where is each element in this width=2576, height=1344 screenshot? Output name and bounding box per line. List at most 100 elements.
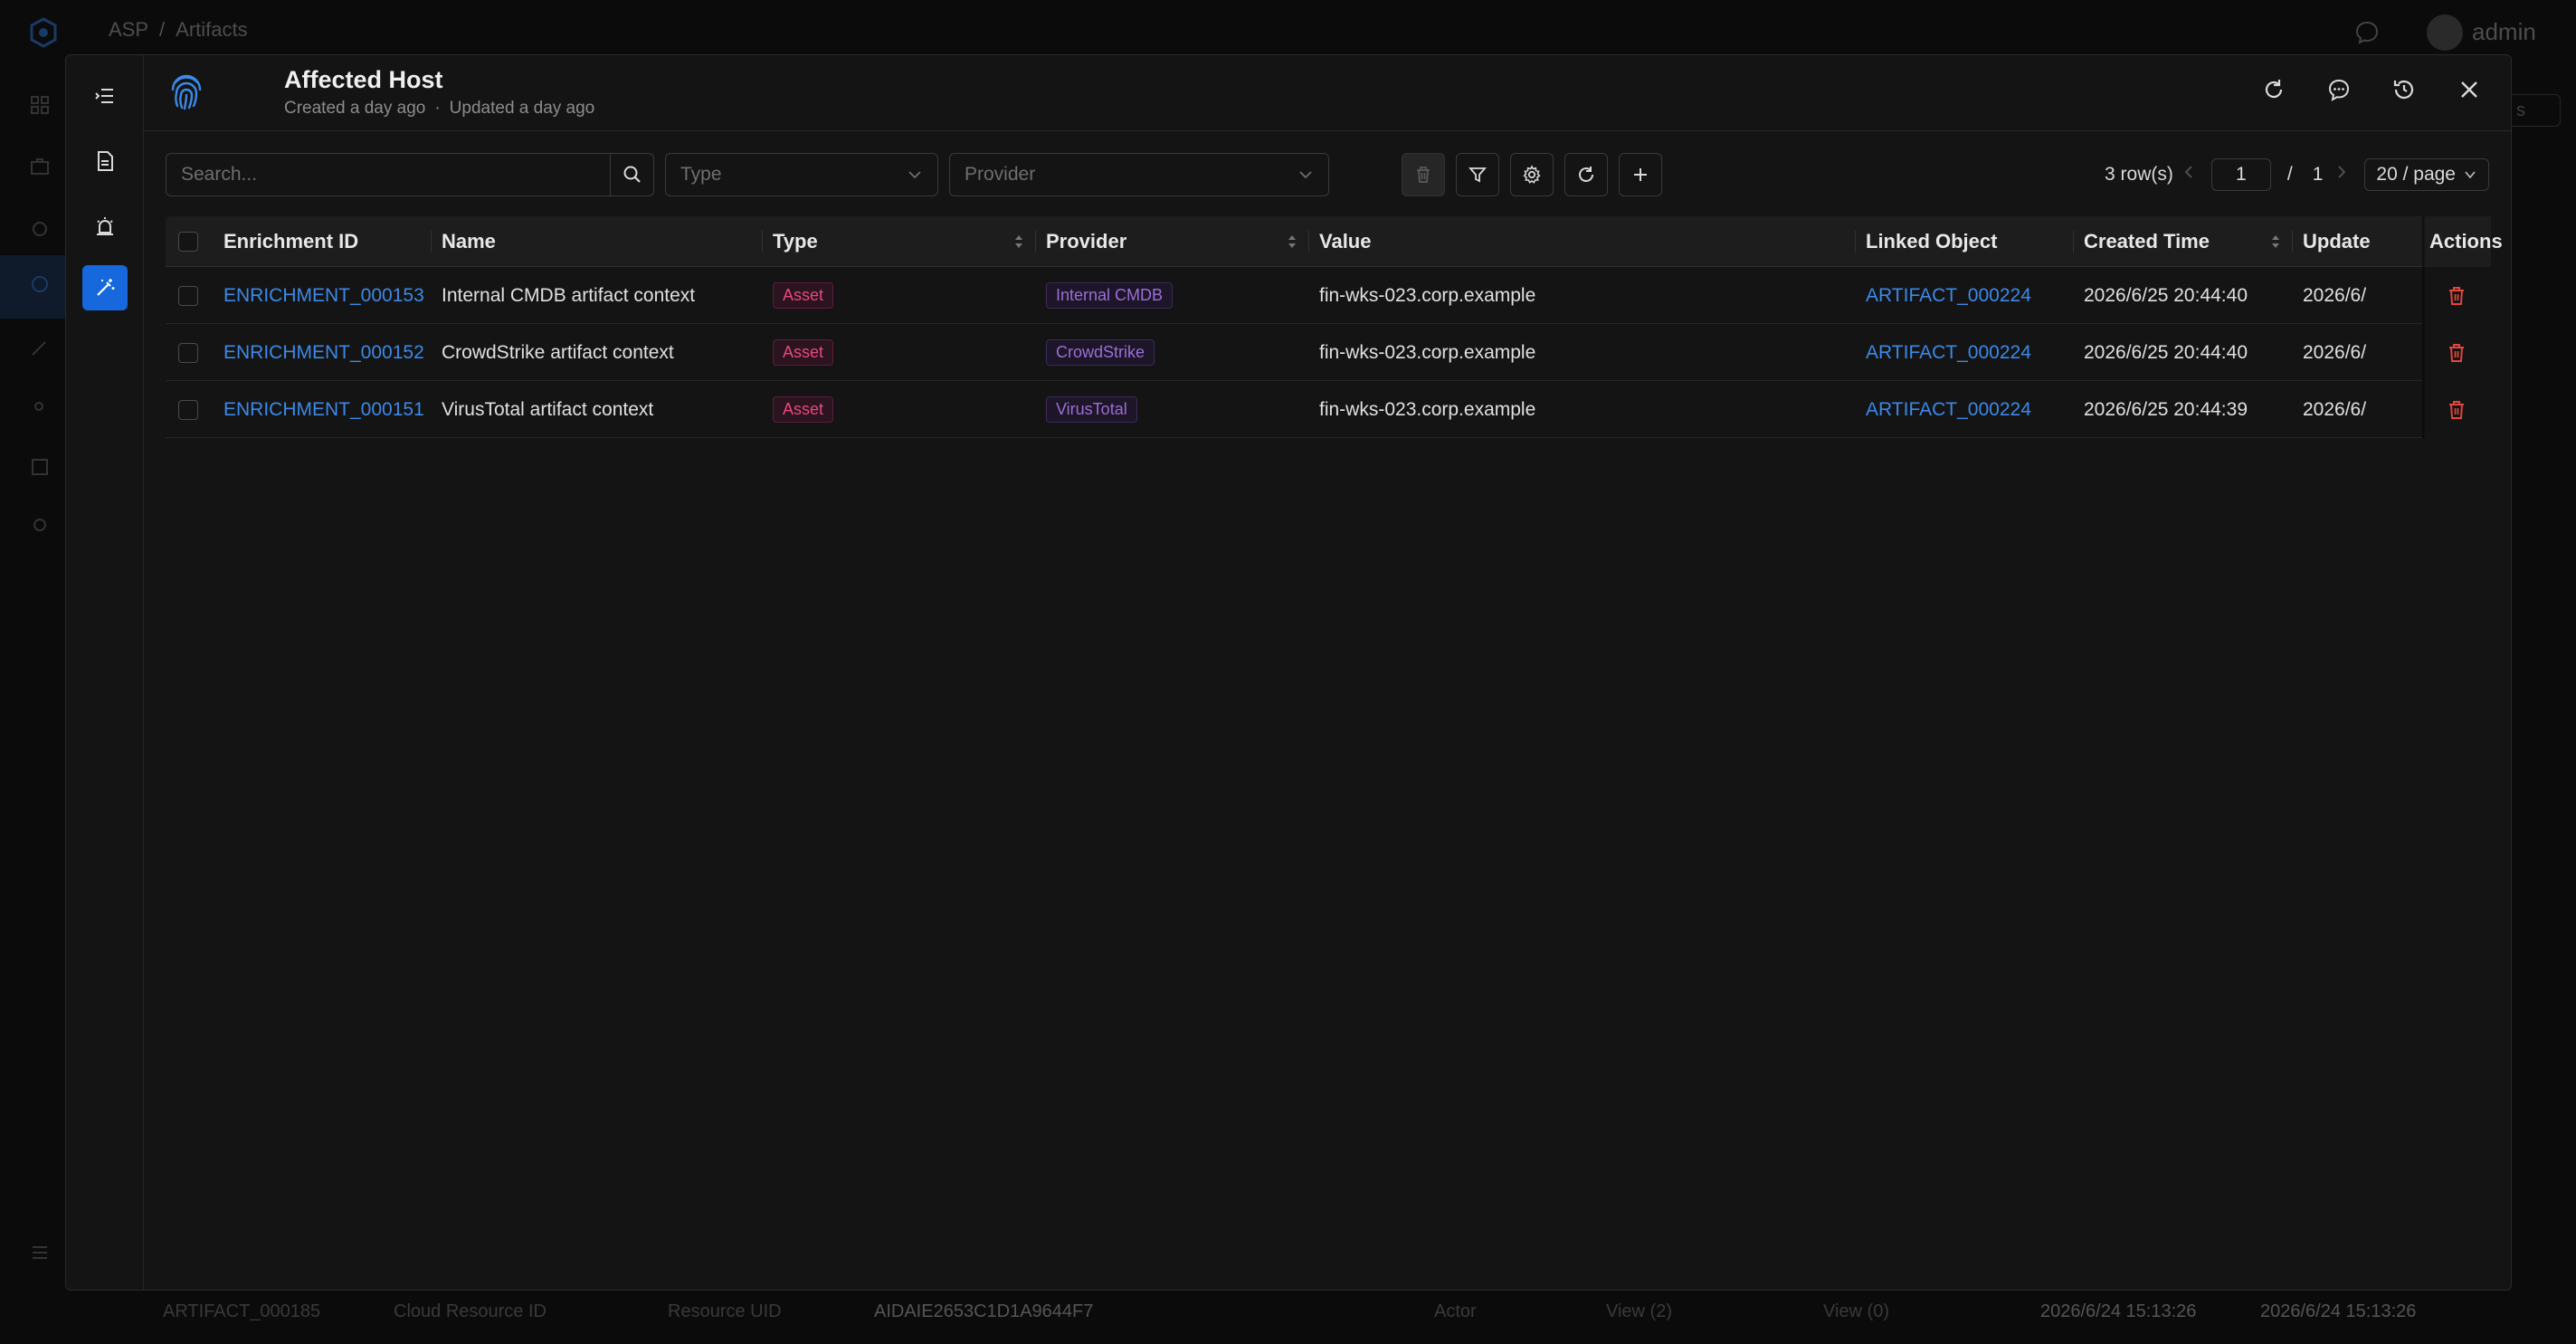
bg-cell: View (2) (1606, 1301, 1672, 1321)
background-select[interactable]: s (2506, 94, 2561, 127)
subtitle-separator: · (434, 99, 441, 118)
rail-details-button[interactable] (82, 138, 128, 184)
page-separator: / (2286, 164, 2293, 185)
actions-cell (2422, 381, 2491, 438)
provider-filter-placeholder: Provider (965, 164, 1036, 185)
add-enrichment-button[interactable] (1619, 153, 1662, 196)
prev-page-button[interactable] (2182, 164, 2195, 186)
select-all-cell (166, 216, 213, 267)
type-filter-select[interactable]: Type (665, 153, 938, 196)
current-page-input[interactable]: 1 (2210, 158, 2271, 191)
col-value[interactable]: Value (1308, 216, 1855, 267)
breadcrumb-root[interactable]: ASP (109, 18, 148, 41)
enrichment-id-link[interactable]: ENRICHMENT_000152 (213, 324, 431, 381)
enrichments-table: Enrichment ID Name Type Provider Value L… (166, 216, 2503, 438)
fingerprint-icon[interactable] (29, 273, 51, 295)
col-name[interactable]: Name (431, 216, 762, 267)
enrichment-id-link[interactable]: ENRICHMENT_000151 (213, 381, 431, 438)
breadcrumb: ASP / Artifacts (109, 18, 259, 42)
alert-icon[interactable] (29, 217, 51, 239)
chevron-left-icon (2184, 166, 2192, 178)
created-time: 2026/6/25 20:44:39 (2084, 398, 2248, 420)
provider-filter-select[interactable]: Provider (949, 153, 1329, 196)
col-created-time[interactable]: Created Time (2073, 216, 2292, 267)
alarm-icon (97, 217, 113, 235)
delete-icon[interactable] (2447, 285, 2467, 307)
chat-icon[interactable] (2353, 18, 2381, 47)
sort-icon (1015, 235, 1022, 248)
modal-actions (2258, 73, 2486, 106)
table-body: ENRICHMENT_000153 Internal CMDB artifact… (166, 267, 2491, 438)
col-name-label: Name (442, 230, 496, 253)
enrichment-name: Internal CMDB artifact context (442, 284, 696, 306)
table-toolbar: Type Provider 3 row(s) 1 / (166, 153, 2489, 198)
sort-icon (1288, 235, 1296, 248)
provider-cell: CrowdStrike (1035, 324, 1308, 381)
history-icon (2393, 80, 2414, 100)
settings-icon[interactable] (29, 514, 51, 536)
linked-object-link[interactable]: ARTIFACT_000224 (1855, 267, 2073, 324)
refresh-button[interactable] (2258, 73, 2290, 106)
enrichment-name: CrowdStrike artifact context (442, 341, 674, 363)
col-linked-object[interactable]: Linked Object (1855, 216, 2073, 267)
user-name[interactable]: admin (2472, 18, 2536, 46)
search-input[interactable] (166, 154, 610, 195)
briefcase-icon[interactable] (29, 156, 51, 177)
row-checkbox[interactable] (178, 342, 198, 363)
modal-side-rail (66, 55, 144, 1290)
next-page-button[interactable] (2335, 164, 2348, 186)
type-tag: Asset (773, 339, 834, 366)
comments-button[interactable] (2323, 73, 2355, 106)
type-cell: Asset (762, 324, 1035, 381)
row-checkbox[interactable] (178, 399, 198, 420)
dashboard-icon[interactable] (29, 94, 51, 116)
refresh-icon (2265, 80, 2283, 99)
col-linked-object-label: Linked Object (1866, 230, 1998, 253)
search-icon (623, 166, 641, 183)
enrichment-id-link[interactable]: ENRICHMENT_000153 (213, 267, 431, 324)
linked-object-link[interactable]: ARTIFACT_000224 (1855, 381, 2073, 438)
user-search-icon[interactable] (29, 398, 51, 420)
magic-icon[interactable] (29, 337, 51, 358)
delete-icon[interactable] (2447, 342, 2467, 364)
delete-icon[interactable] (2447, 399, 2467, 421)
col-enrichment-id[interactable]: Enrichment ID (213, 216, 431, 267)
row-select-cell (166, 324, 213, 381)
updated-time: 2026/6/ (2303, 284, 2367, 306)
enrichment-name: VirusTotal artifact context (442, 398, 654, 420)
page-size-select[interactable]: 20 / page (2364, 158, 2489, 191)
created-text: Created a day ago (284, 99, 426, 118)
bg-cell: Actor (1434, 1301, 1477, 1321)
col-updated[interactable]: Update (2292, 216, 2422, 267)
breadcrumb-current[interactable]: Artifacts (176, 18, 247, 41)
col-provider[interactable]: Provider (1035, 216, 1308, 267)
rail-alerts-button[interactable] (82, 204, 128, 249)
background-sidebar (0, 65, 65, 1344)
col-type[interactable]: Type (762, 216, 1035, 267)
magic-wand-icon (97, 279, 115, 296)
type-tag: Asset (773, 396, 834, 423)
menu-collapse-icon[interactable] (29, 1242, 51, 1263)
provider-cell: VirusTotal (1035, 381, 1308, 438)
column-settings-button[interactable] (1510, 153, 1554, 196)
close-button[interactable] (2453, 73, 2486, 106)
history-button[interactable] (2388, 73, 2420, 106)
select-all-checkbox[interactable] (178, 232, 198, 252)
search-button[interactable] (610, 154, 653, 195)
rail-enrichments-button[interactable] (82, 265, 128, 310)
fixed-column-shadow (2422, 216, 2426, 438)
col-created-time-label: Created Time (2084, 230, 2210, 253)
table-row: ENRICHMENT_000153 Internal CMDB artifact… (166, 267, 2491, 324)
modal-subtitle: Created a day ago · Updated a day ago (284, 99, 594, 119)
row-checkbox[interactable] (178, 285, 198, 306)
artifact-detail-modal: Affected Host Created a day ago · Updated … (65, 54, 2512, 1291)
reload-table-button[interactable] (1564, 153, 1608, 196)
avatar[interactable] (2427, 14, 2463, 51)
batch-delete-button[interactable] (1402, 153, 1445, 196)
linked-object-link[interactable]: ARTIFACT_000224 (1855, 324, 2073, 381)
provider-tag: Internal CMDB (1046, 282, 1174, 309)
provider-tag: VirusTotal (1046, 396, 1137, 423)
collapse-menu-button[interactable] (82, 73, 128, 119)
advanced-filter-button[interactable] (1456, 153, 1499, 196)
book-icon[interactable] (29, 456, 51, 478)
